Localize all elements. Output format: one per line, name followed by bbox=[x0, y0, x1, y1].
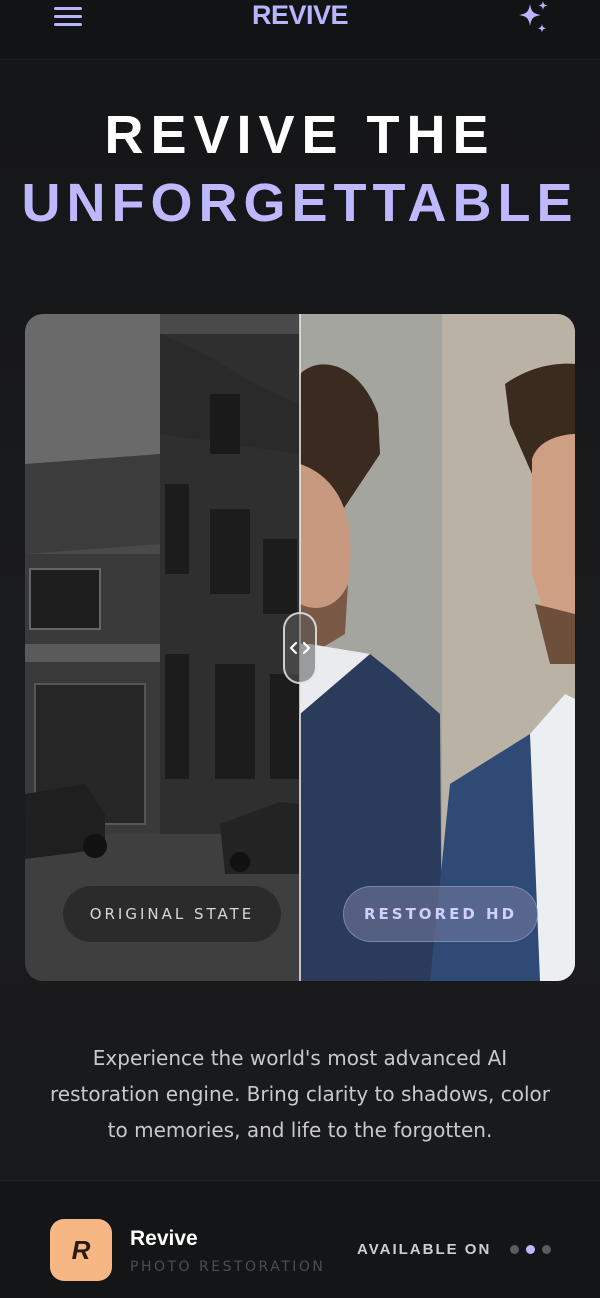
page-indicator[interactable] bbox=[510, 1245, 551, 1254]
indicator-dot[interactable] bbox=[542, 1245, 551, 1254]
restored-hd-badge: RESTORED HD bbox=[343, 886, 538, 942]
app-subtitle: PHOTO RESTORATION bbox=[130, 1259, 326, 1275]
original-state-badge: ORIGINAL STATE bbox=[63, 886, 281, 942]
indicator-dot[interactable] bbox=[510, 1245, 519, 1254]
app-name: Revive bbox=[130, 1227, 198, 1250]
hero-title-line-1: REVIVE THE bbox=[104, 105, 496, 165]
footer-bar: R Revive PHOTO RESTORATION AVAILABLE ON bbox=[0, 1180, 600, 1298]
app-logo[interactable]: R bbox=[50, 1219, 112, 1281]
indicator-dot-active[interactable] bbox=[526, 1245, 535, 1254]
top-app-bar: REVIVE bbox=[0, 0, 600, 60]
compare-slider-handle[interactable] bbox=[283, 612, 317, 684]
original-photo bbox=[25, 314, 299, 981]
brand-logo[interactable]: REVIVE bbox=[0, 0, 600, 31]
before-after-compare[interactable]: ORIGINAL STATE RESTORED HD bbox=[25, 314, 575, 981]
available-on-label: AVAILABLE ON bbox=[357, 1241, 492, 1258]
sparkles-icon[interactable] bbox=[514, 0, 552, 36]
hero-description: Experience the world's most advanced AI … bbox=[50, 1046, 550, 1142]
compare-arrows-icon bbox=[289, 641, 311, 655]
page: REVIVE REVIVE THE UNFORGETTABLE ORIGINAL… bbox=[0, 0, 600, 1298]
restored-photo bbox=[300, 314, 575, 981]
hero-title-line-2: UNFORGETTABLE bbox=[21, 173, 579, 233]
